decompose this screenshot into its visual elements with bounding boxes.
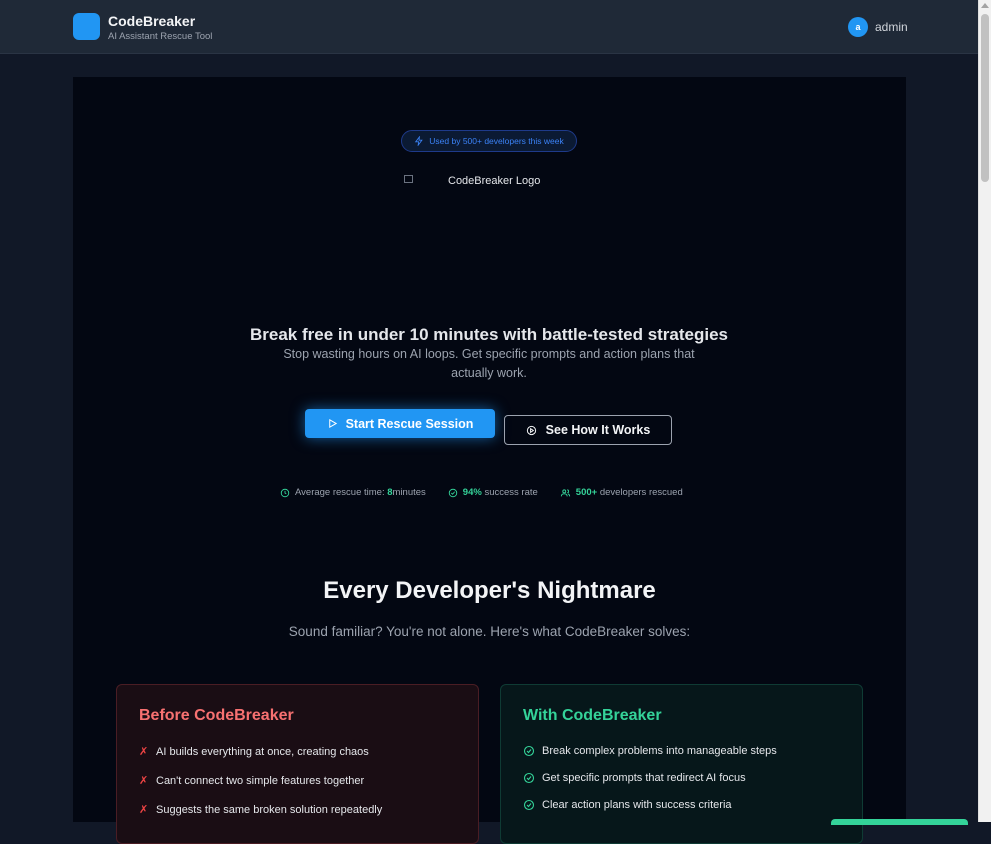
see-how-it-works-label: See How It Works <box>545 423 651 437</box>
list-item: ✗ AI builds everything at once, creating … <box>139 745 369 759</box>
after-card-title: With CodeBreaker <box>523 707 662 724</box>
top-navigation-bar: CodeBreaker AI Assistant Rescue Tool a a… <box>0 0 979 54</box>
list-item: ✗ Suggests the same broken solution repea… <box>139 803 383 817</box>
hero-logo-alt-text: CodeBreaker Logo <box>448 175 541 187</box>
usage-badge-text: Used by 500+ developers this week <box>429 136 564 146</box>
stat-success-value: 94% <box>462 487 482 498</box>
list-item: Clear action plans with success criteria <box>523 791 777 818</box>
stat-rescue-prefix: Average rescue time: <box>295 487 388 498</box>
stat-developers-value: 500+ <box>575 487 598 498</box>
hero-subheading: Stop wasting hours on AI loops. Get spec… <box>283 347 695 380</box>
x-mark-icon: ✗ <box>139 775 149 787</box>
users-icon <box>560 488 570 496</box>
list-item: Get specific prompts that redirect AI fo… <box>523 764 777 791</box>
scroll-up-arrow-icon[interactable] <box>981 3 989 8</box>
after-solutions-list: Break complex problems into manageable s… <box>523 745 777 826</box>
play-circle-icon <box>526 425 536 435</box>
x-mark-icon: ✗ <box>139 804 149 816</box>
stat-success-suffix: success rate <box>481 487 538 498</box>
usage-badge: Used by 500+ developers this week <box>401 130 577 152</box>
app-name[interactable]: CodeBreaker <box>108 13 195 29</box>
stat-rescue-time: Average rescue time: 8minutes <box>280 487 426 498</box>
list-item: ✗ Can't connect two simple features toget… <box>139 774 365 788</box>
user-menu[interactable]: a admin <box>848 17 908 37</box>
stat-rescue-suffix: minutes <box>392 487 426 498</box>
nightmare-section-title: Every Developer's Nightmare <box>323 577 656 604</box>
sparkle-icon <box>415 136 424 146</box>
start-rescue-session-button[interactable]: Start Rescue Session <box>305 409 495 438</box>
play-icon <box>328 418 337 429</box>
stat-success-rate: 94% success rate <box>448 487 538 498</box>
before-codebreaker-card: Before CodeBreaker ✗ AI builds everything… <box>116 684 479 844</box>
stat-developers-rescued: 500+ developers rescued <box>560 487 683 498</box>
check-circle-icon <box>523 772 535 783</box>
x-mark-icon: ✗ <box>139 746 149 758</box>
clock-icon <box>280 488 290 497</box>
floating-action-button[interactable] <box>831 819 968 825</box>
page-scrollbar[interactable] <box>978 0 991 822</box>
check-circle-icon <box>448 488 458 497</box>
stat-developers-suffix: developers rescued <box>597 487 683 498</box>
nightmare-section-subtitle: Sound familiar? You're not alone. Here's… <box>288 624 691 639</box>
broken-image-icon <box>404 175 413 183</box>
before-problems-list: ✗ AI builds everything at once, creating … <box>139 745 382 832</box>
check-circle-icon <box>523 745 535 756</box>
app-logo-icon[interactable] <box>73 13 100 40</box>
see-how-it-works-button[interactable]: See How It Works <box>504 415 672 445</box>
with-codebreaker-card: With CodeBreaker Break complex problems … <box>500 684 863 844</box>
start-rescue-session-label: Start Rescue Session <box>345 416 474 431</box>
hero-logo-image: CodeBreaker Logo <box>404 175 540 187</box>
app-tagline: AI Assistant Rescue Tool <box>108 31 213 42</box>
stats-row: Average rescue time: 8minutes 94% succes… <box>280 487 683 498</box>
list-item: Break complex problems into manageable s… <box>523 737 777 764</box>
username[interactable]: admin <box>875 20 908 34</box>
avatar[interactable]: a <box>848 17 868 37</box>
scrollbar-thumb[interactable] <box>981 14 989 182</box>
check-circle-icon <box>523 799 535 810</box>
before-card-title: Before CodeBreaker <box>139 707 294 724</box>
hero-heading: Break free in under 10 minutes with batt… <box>249 325 729 344</box>
